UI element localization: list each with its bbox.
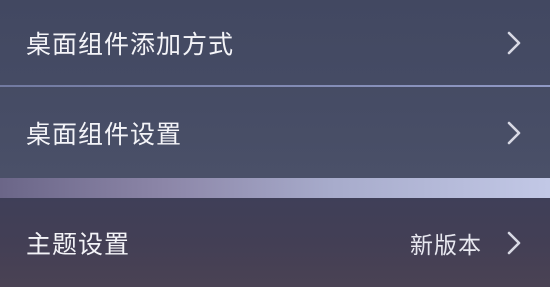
- theme-settings-value: 新版本: [410, 232, 482, 259]
- widget-add-method-item[interactable]: 桌面组件添加方式: [0, 0, 550, 85]
- group-separator: [0, 178, 550, 198]
- widget-settings-item[interactable]: 桌面组件设置: [0, 88, 550, 178]
- chevron-right-icon: [504, 119, 524, 147]
- theme-settings-item[interactable]: 主题设置 新版本: [0, 198, 550, 287]
- chevron-right-icon: [504, 229, 524, 257]
- widget-settings-label: 桌面组件设置: [26, 120, 183, 149]
- chevron-right-icon: [504, 29, 524, 57]
- row-divider: [0, 85, 550, 87]
- widget-add-method-label: 桌面组件添加方式: [26, 29, 235, 59]
- theme-settings-label: 主题设置: [26, 229, 131, 259]
